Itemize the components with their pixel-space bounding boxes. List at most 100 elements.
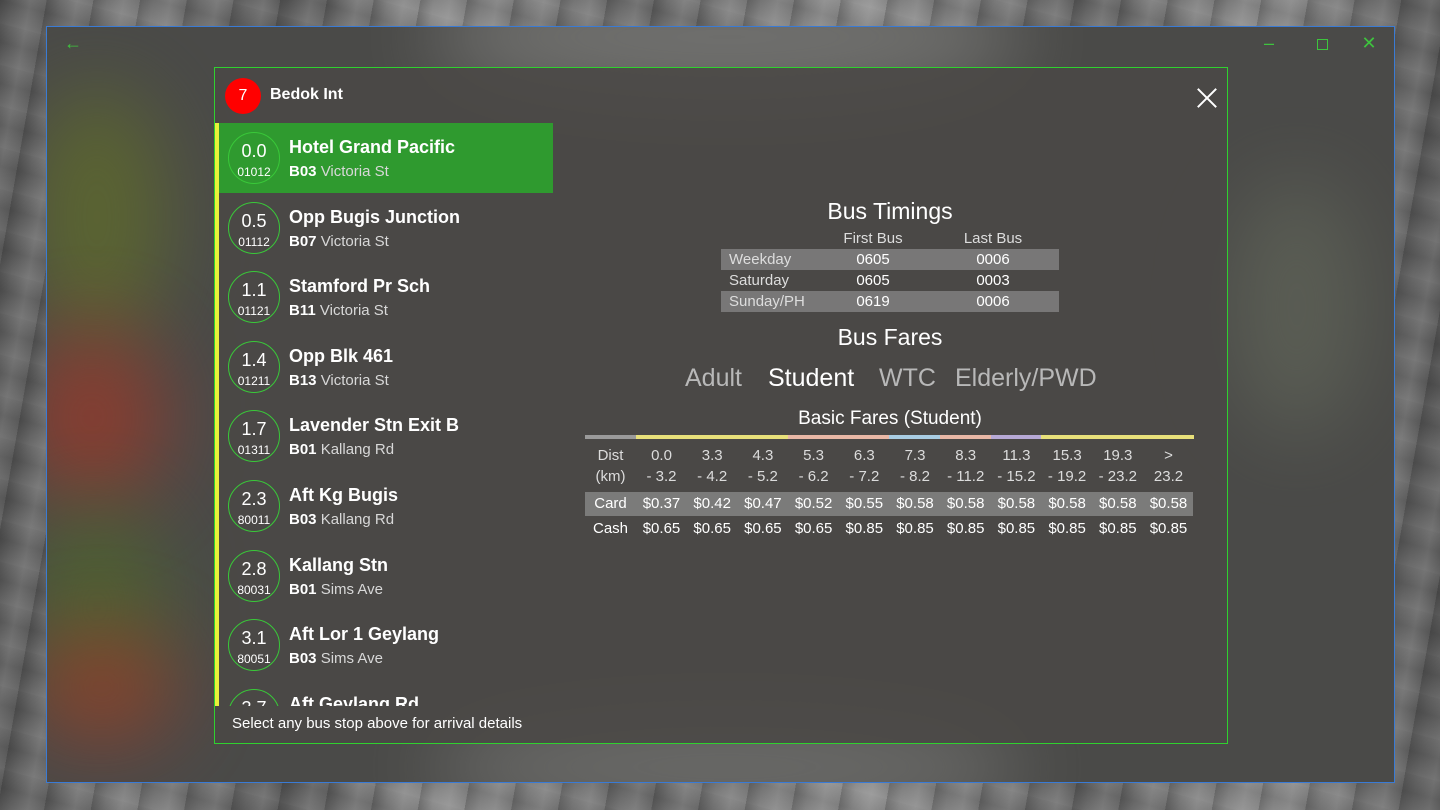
cash-fare: $0.65: [693, 520, 731, 537]
title-bar: ← – ✕: [47, 27, 1394, 59]
fare-band-color-bar: [1092, 435, 1144, 439]
stop-name: Lavender Stn Exit B: [289, 415, 460, 436]
timings-first: 0619: [856, 293, 890, 310]
distance-row: Dist (km) 0.0 - 3.2 3.3 - 4.2 4.3 - 5.2 5.3 - 6.2…: [585, 445, 1193, 489]
stop-distance: 1.1: [241, 280, 267, 301]
fare-band-color-bar: [838, 435, 891, 439]
stop-distance-badge: 1.1 01121: [228, 271, 280, 324]
card-fare: $0.58: [946, 495, 985, 512]
stop-list-item[interactable]: 1.1 01121 Stamford Pr Sch B11 Victoria St: [219, 262, 553, 332]
tab-elderly-pwd[interactable]: Elderly/PWD: [955, 364, 1097, 393]
dialog-close-icon[interactable]: [1193, 84, 1221, 112]
dist-unit: (km): [595, 468, 626, 485]
dist-header-cell: Dist (km): [585, 445, 636, 487]
card-label-cell: Card: [585, 492, 636, 516]
stop-road: Sims Ave: [320, 650, 383, 668]
card-fare: $0.58: [997, 495, 1036, 512]
card-fare-row: Card $0.37 $0.42 $0.47 $0.52 $0.55 $0.58 $0.58 $…: [585, 492, 1193, 516]
cash-fare: $0.85: [896, 520, 934, 537]
card-fare-cell: $0.58: [1143, 492, 1194, 516]
timings-row: Sunday/PH 0619 0006: [721, 291, 1059, 312]
card-fare-cell: $0.42: [687, 492, 738, 516]
stop-distance: 3.1: [241, 628, 267, 649]
cash-fare-cell: $0.85: [839, 517, 890, 541]
band-start: 6.3: [853, 447, 875, 464]
stop-list-item[interactable]: 1.7 01311 Lavender Stn Exit B B01 Kallang R…: [219, 401, 553, 471]
cash-fare-cell: $0.85: [940, 517, 991, 541]
basic-fares-title: Basic Fares (Student): [798, 408, 982, 429]
band-end: - 6.2: [798, 468, 829, 485]
stop-code: 80031: [237, 582, 271, 597]
band-start: 11.3: [1002, 447, 1031, 464]
fare-band-color-bar: [1142, 435, 1195, 439]
stop-list-item[interactable]: 2.8 80031 Kallang Stn B01 Sims Ave: [219, 541, 553, 611]
stop-subtitle: B07 Victoria St: [289, 233, 389, 250]
back-arrow-icon[interactable]: ←: [59, 31, 87, 55]
stop-name: Opp Blk 461: [289, 345, 394, 366]
band-end: - 5.2: [747, 468, 778, 485]
distance-band-cell: 19.3 - 23.2: [1092, 445, 1143, 487]
stop-name: Aft Kg Bugis: [289, 484, 398, 505]
cash-fare-row: Cash $0.65 $0.65 $0.65 $0.65 $0.85 $0.85 $0.85 $…: [585, 517, 1193, 541]
last-bus-header: Last Bus: [963, 230, 1023, 247]
stop-road: Victoria St: [319, 302, 388, 320]
stop-distance-badge: 3.7: [228, 688, 280, 706]
tab-wtc[interactable]: WTC: [879, 364, 936, 393]
stop-subtitle: B13 Victoria St: [289, 372, 389, 389]
stop-subtitle: B01 Sims Ave: [289, 581, 383, 598]
tab-adult[interactable]: Adult: [685, 364, 742, 393]
timings-last: 0003: [976, 272, 1010, 289]
first-bus-header: First Bus: [843, 230, 903, 247]
stop-code: 01012: [237, 165, 271, 179]
card-fare: $0.47: [744, 495, 782, 512]
distance-band-cell: 11.3 - 15.2: [991, 445, 1042, 487]
timings-row: Weekday 0605 0006: [721, 249, 1059, 270]
distance-band-cell: 3.3 - 4.2: [687, 445, 738, 487]
band-start: >: [1164, 447, 1173, 464]
timings-last: 0006: [976, 293, 1010, 310]
distance-band-cell: 5.3 - 6.2: [788, 445, 839, 487]
close-window-icon[interactable]: ✕: [1355, 31, 1383, 55]
band-end: - 19.2: [1047, 468, 1087, 485]
card-fare: $0.37: [642, 495, 681, 512]
stop-list-item[interactable]: 2.3 80011 Aft Kg Bugis B03 Kallang Rd: [219, 471, 553, 541]
card-fare-cell: $0.58: [991, 492, 1042, 516]
distance-band-cell: 0.0 - 3.2: [636, 445, 687, 487]
stop-list-item[interactable]: 3.1 80051 Aft Lor 1 Geylang B03 Sims Ave: [219, 610, 553, 680]
cash-label-cell: Cash: [585, 517, 636, 541]
band-start: 0.0: [651, 447, 672, 464]
distance-band-cell: 8.3 - 11.2: [940, 445, 991, 487]
stop-bay: B03: [289, 510, 317, 528]
card-fare-cell: $0.37: [636, 492, 687, 516]
stop-list-item[interactable]: 0.5 01112 Opp Bugis Junction B07 Victoria S…: [219, 193, 553, 263]
stop-code: 01311: [237, 443, 271, 458]
stop-list-item[interactable]: 0.0 01012 Hotel Grand Pacific B03 Victoria …: [219, 123, 553, 193]
card-fare-cell: $0.58: [1042, 492, 1093, 516]
fare-band-color-bar: [635, 435, 688, 439]
stop-subtitle: B03 Victoria St: [289, 163, 389, 180]
cash-fare-cell: $0.65: [636, 517, 687, 541]
band-start: 5.3: [803, 447, 825, 464]
band-end: - 3.2: [646, 468, 677, 485]
stop-bay: B11: [289, 302, 316, 320]
fare-band-color-bar: [939, 435, 992, 439]
stop-list-item[interactable]: 1.4 01211 Opp Blk 461 B13 Victoria St: [219, 332, 553, 402]
stop-distance-badge: 1.7 01311: [228, 410, 280, 463]
bus-timings-title: Bus Timings: [827, 198, 953, 224]
maximize-icon[interactable]: [1308, 31, 1336, 55]
timings-first: 0605: [856, 251, 890, 268]
minimize-icon[interactable]: –: [1255, 31, 1283, 55]
distance-band-cell: >23.2: [1143, 445, 1194, 487]
card-fare-cell: $0.55: [839, 492, 890, 516]
cash-fare: $0.65: [744, 520, 782, 537]
stop-distance-badge: 3.1 80051: [228, 619, 280, 672]
timings-first: 0605: [856, 272, 890, 289]
card-fare: $0.58: [1099, 495, 1137, 512]
stop-bay: B01: [289, 580, 317, 598]
stop-list[interactable]: 0.0 01012 Hotel Grand Pacific B03 Victoria …: [215, 123, 553, 706]
stop-distance: 0.5: [241, 210, 267, 231]
stop-list-item[interactable]: 3.7 Aft Geylang Rd: [219, 680, 553, 706]
band-start: 15.3: [1052, 447, 1082, 464]
tab-student[interactable]: Student: [768, 364, 854, 393]
cash-fare-cell: $0.85: [1042, 517, 1093, 541]
